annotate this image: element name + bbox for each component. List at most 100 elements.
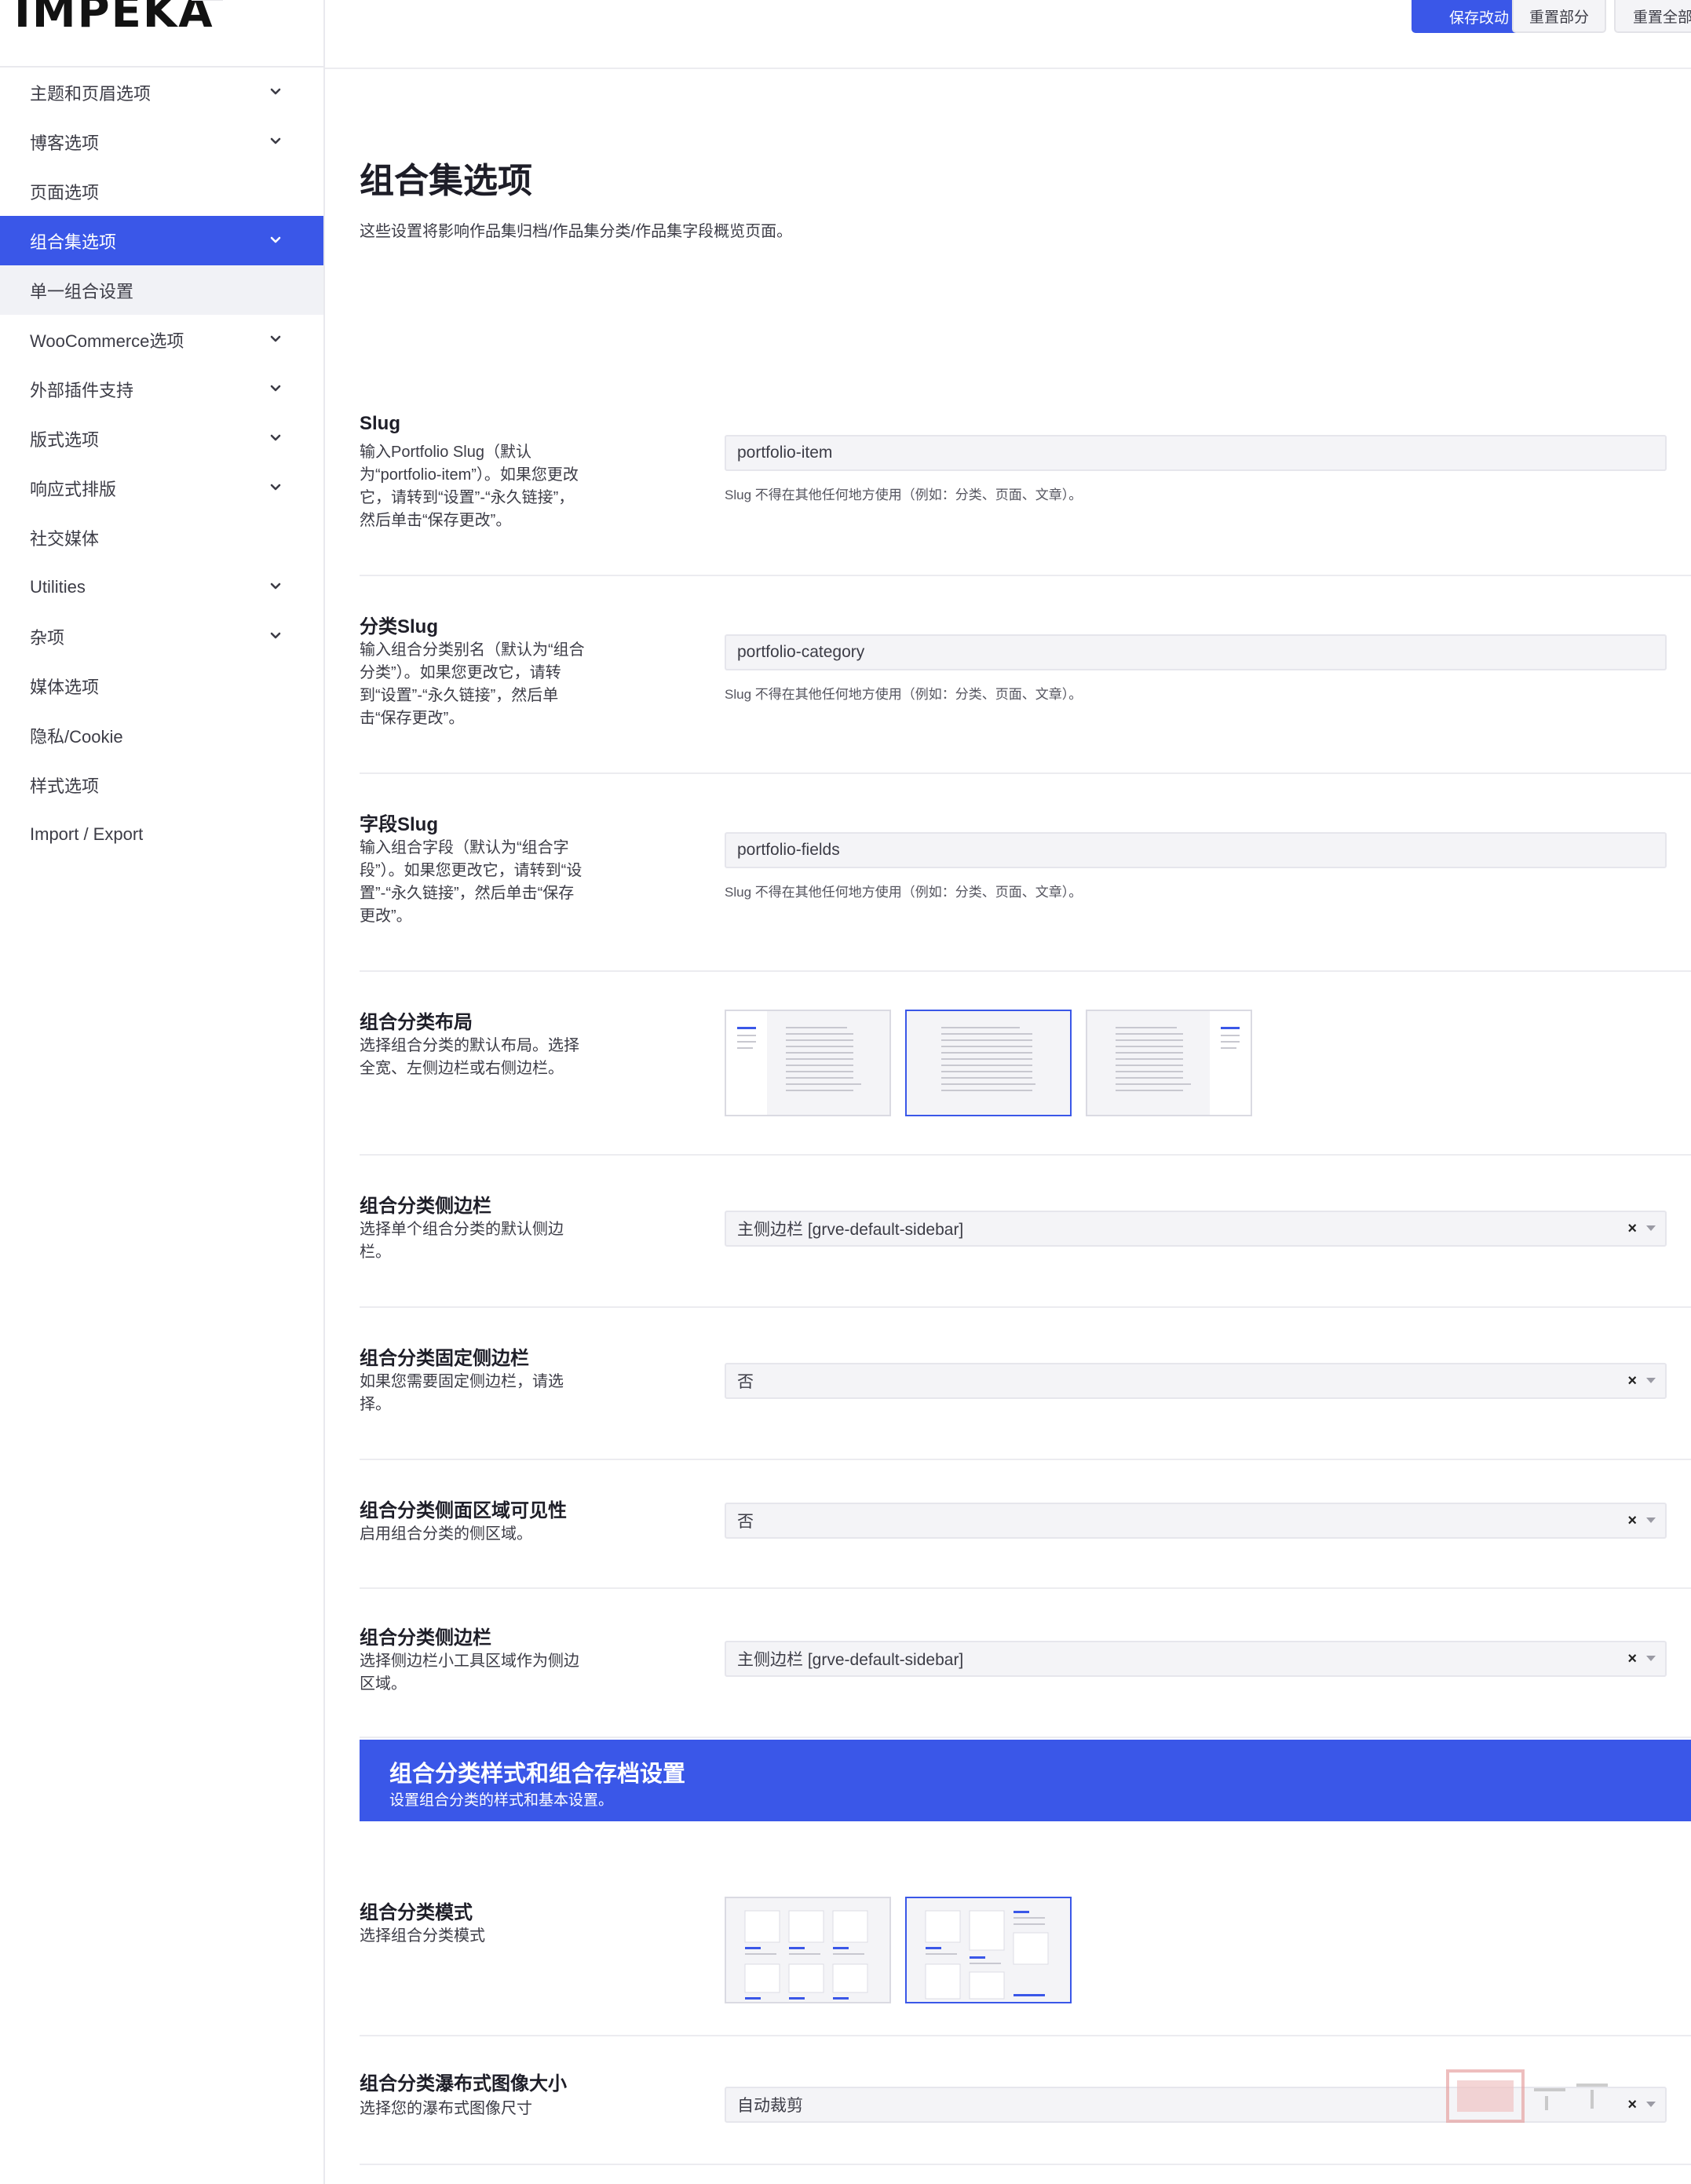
field-note: Slug 不得在其他任何地方使用（例如：分类、页面、文章）。 [725, 488, 1083, 502]
sidebar-item[interactable]: 单一组合设置 [0, 265, 323, 315]
category-sidebar-option: 组合分类侧边栏 选择单个组合分类的默认侧边栏。 主侧边栏 [grve-defau… [360, 1156, 1691, 1308]
grid-mode-icon [744, 1910, 868, 2000]
select-value: 否 [737, 1373, 754, 1391]
sidebar-item-label: 主题和页眉选项 [30, 83, 152, 104]
chevron-down-icon[interactable] [268, 85, 283, 99]
chevron-down-icon[interactable] [268, 629, 283, 643]
sidebar-item-label: 样式选项 [30, 776, 100, 796]
masonry-mode-icon [925, 1910, 1049, 2000]
section-title: 组合分类样式和组合存档设置 [389, 1762, 686, 1787]
sidebar-item-label: 页面选项 [30, 182, 100, 203]
sidebar-item[interactable]: 版式选项 [0, 414, 323, 463]
sidebar-menu: 主题和页眉选项博客选项页面选项组合集选项单一组合设置 WooCommerce选项外… [0, 68, 323, 859]
clear-icon[interactable]: × [1627, 1372, 1637, 1390]
option-label: 字段Slug [360, 814, 438, 835]
option-help: 输入组合分类别名（默认为“组合分类”）。如果您更改它，请转到“设置”-“永久链接… [360, 641, 585, 727]
select-value: 主侧边栏 [grve-default-sidebar] [737, 1651, 964, 1669]
sidebar-item-label: 响应式排版 [30, 479, 117, 499]
chevron-down-icon[interactable] [268, 579, 283, 593]
chevron-down-icon[interactable] [268, 431, 283, 445]
category-mode-option: 组合分类模式 选择组合分类模式 [360, 1821, 1691, 2036]
chevron-down-icon[interactable] [268, 382, 283, 396]
select-value: 主侧边栏 [grve-default-sidebar] [737, 1221, 964, 1239]
option-label: 分类Slug [360, 616, 438, 637]
fixed-sidebar-option: 组合分类固定侧边栏 如果您需要固定侧边栏，请选择。 否 × [360, 1308, 1691, 1460]
sidebar-item[interactable]: 页面选项 [0, 166, 323, 216]
sidebar-item-label: 单一组合设置 [30, 281, 134, 301]
sidebar-item[interactable]: 组合集选项 [0, 216, 323, 265]
select-value: 否 [737, 1513, 754, 1531]
sidebar-item[interactable]: 隐私/Cookie [0, 710, 323, 760]
logo: IMPEKA [14, 0, 223, 35]
field-note: Slug 不得在其他任何地方使用（例如：分类、页面、文章）。 [725, 885, 1083, 900]
sidebar-item[interactable]: Utilities [0, 562, 323, 612]
clear-icon[interactable]: × [1627, 1650, 1637, 1668]
option-help: 选择组合分类模式 [360, 1927, 485, 1945]
sidebar-item[interactable]: 社交媒体 [0, 513, 323, 562]
caret-down-icon[interactable] [1646, 1225, 1656, 1231]
topbar: 保存改动 重置部分 重置全部 [325, 0, 1691, 69]
sidebar-item-label: Import / Export [30, 824, 144, 844]
sidebar: IMPEKA 主题和页眉选项博客选项页面选项组合集选项单一组合设置 WooComm… [0, 0, 325, 2184]
layout-full-width-option[interactable] [905, 1010, 1072, 1116]
mode-grid-option[interactable] [725, 1897, 891, 2003]
caret-down-icon[interactable] [1646, 1656, 1656, 1661]
layout-left-sidebar-option[interactable] [725, 1010, 891, 1116]
sidebar-item[interactable]: 博客选项 [0, 117, 323, 166]
sidebar-item-label: 外部插件支持 [30, 380, 134, 400]
page-title: 组合集选项 [360, 162, 532, 200]
category-sidebar-select[interactable]: 主侧边栏 [grve-default-sidebar] × [725, 1211, 1667, 1247]
clear-icon[interactable]: × [1627, 2096, 1637, 2114]
side-area-select[interactable]: 否 × [725, 1503, 1667, 1539]
caret-down-icon[interactable] [1646, 1517, 1656, 1523]
right-sidebar-layout-icon [1116, 1011, 1251, 1115]
sidebar-item[interactable]: Import / Export [0, 809, 323, 859]
slug-option: Slug 输入Portfolio Slug（默认为“portfolio-item… [360, 345, 1691, 576]
reset-section-button[interactable]: 重置部分 [1512, 0, 1606, 33]
sidebar-item[interactable]: 外部插件支持 [0, 364, 323, 414]
sidebar-item-label: 社交媒体 [30, 528, 100, 549]
sidebar-item-label: 版式选项 [30, 429, 100, 450]
select-value: 自动裁剪 [737, 2097, 803, 2115]
option-help: 选择侧边栏小工具区域作为侧边区域。 [360, 1653, 579, 1693]
side-area-sidebar-select[interactable]: 主侧边栏 [grve-default-sidebar] × [725, 1641, 1667, 1677]
fixed-sidebar-select[interactable]: 否 × [725, 1363, 1667, 1399]
mode-masonry-option[interactable] [905, 1897, 1072, 2003]
sidebar-item[interactable]: 主题和页眉选项 [0, 68, 323, 117]
chevron-down-icon[interactable] [268, 480, 283, 495]
section-subtitle: 设置组合分类的样式和基本设置。 [389, 1792, 614, 1809]
sidebar-item[interactable]: 媒体选项 [0, 661, 323, 710]
sidebar-item-label: 杂项 [30, 627, 65, 648]
category-slug-input[interactable]: portfolio-category [725, 634, 1667, 670]
caret-down-icon[interactable] [1646, 2102, 1656, 2107]
option-help: 输入Portfolio Slug（默认为“portfolio-item”）。如果… [360, 444, 579, 529]
reset-all-button[interactable]: 重置全部 [1614, 0, 1691, 33]
watermark-stamp [1446, 2069, 1608, 2123]
option-help: 输入组合字段（默认为“组合字段”）。如果您更改它，请转到“设置”-“永久链接”，… [360, 839, 583, 925]
sidebar-item[interactable]: 杂项 [0, 612, 323, 661]
category-layout-option: 组合分类布局 选择组合分类的默认布局。选择全宽、左侧边栏或右侧边栏。 [360, 972, 1691, 1156]
chevron-down-icon[interactable] [268, 332, 283, 346]
option-label: Slug [360, 413, 400, 434]
option-help: 选择您的瀑布式图像尺寸 [360, 2100, 532, 2117]
chevron-down-icon[interactable] [268, 134, 283, 148]
option-help: 选择组合分类的默认布局。选择全宽、左侧边栏或右侧边栏。 [360, 1037, 579, 1077]
option-help: 如果您需要固定侧边栏，请选择。 [360, 1373, 564, 1413]
clear-icon[interactable]: × [1627, 1512, 1637, 1530]
sidebar-item-label: 隐私/Cookie [30, 726, 123, 747]
side-area-visibility-option: 组合分类侧面区域可见性 启用组合分类的侧区域。 否 × [360, 1460, 1691, 1589]
slug-input[interactable]: portfolio-item [725, 435, 1667, 471]
field-slug-input[interactable]: portfolio-fields [725, 832, 1667, 868]
section-header: 组合分类样式和组合存档设置 设置组合分类的样式和基本设置。 [360, 1740, 1691, 1821]
sidebar-item[interactable]: 样式选项 [0, 760, 323, 809]
option-label: 组合分类固定侧边栏 [360, 1348, 529, 1369]
sidebar-item-label: Utilities [30, 576, 86, 597]
sidebar-item[interactable]: WooCommerce选项 [0, 315, 323, 364]
sidebar-item[interactable]: 响应式排版 [0, 463, 323, 513]
layout-right-sidebar-option[interactable] [1086, 1010, 1252, 1116]
sidebar-item-label: WooCommerce选项 [30, 331, 184, 351]
clear-icon[interactable]: × [1627, 1220, 1637, 1238]
chevron-down-icon[interactable] [268, 233, 283, 247]
sidebar-item-label: 媒体选项 [30, 677, 100, 697]
caret-down-icon[interactable] [1646, 1378, 1656, 1383]
